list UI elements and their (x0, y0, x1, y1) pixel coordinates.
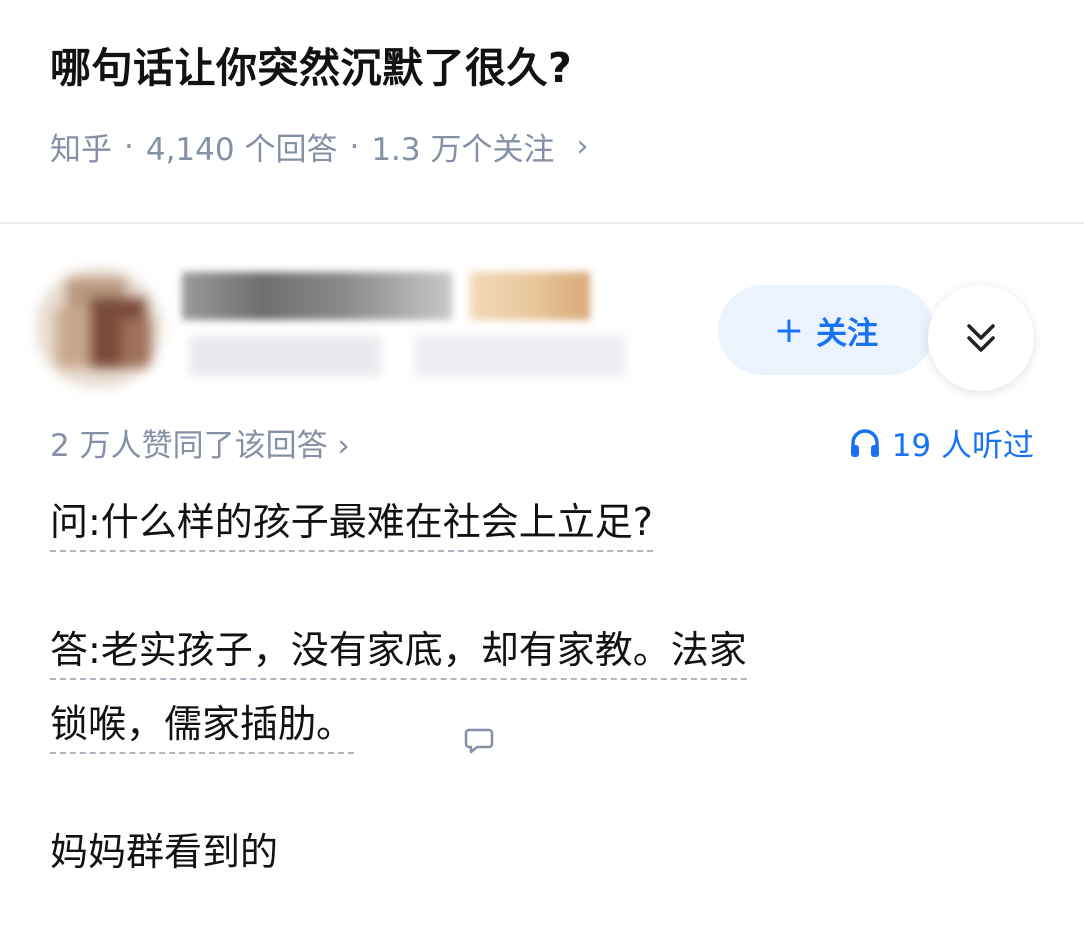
answer-tail-line: 妈妈群看到的 (50, 830, 279, 874)
author-bio-blurred (415, 336, 625, 376)
agree-count-link[interactable]: 2 万人赞同了该回答 › (50, 420, 350, 465)
headphones-icon (850, 428, 879, 457)
question-meta[interactable]: 知乎 · 4,140 个回答 · 1.3 万个关注 › (50, 124, 588, 169)
separator-dot: · (349, 128, 360, 165)
follow-button[interactable]: + 关注 (718, 285, 934, 375)
avatar[interactable] (36, 268, 162, 388)
divider (0, 222, 1084, 224)
listen-count[interactable]: 19 人听过 (848, 420, 1034, 465)
follower-count: 1.3 万个关注 (371, 132, 555, 168)
answer-count: 4,140 个回答 (145, 132, 338, 168)
answer-line-2: 锁喉，儒家插肋。 (50, 702, 355, 754)
expand-button[interactable] (928, 285, 1034, 391)
plus-icon: + (773, 309, 805, 351)
listen-count-label: 19 人听过 (891, 428, 1034, 464)
question-title[interactable]: 哪句话让你突然沉默了很久? (50, 34, 572, 94)
author-bio-blurred (190, 336, 380, 376)
comment-icon[interactable] (464, 726, 494, 756)
answer-question-line: 问:什么样的孩子最难在社会上立足? (50, 500, 653, 552)
source-label: 知乎 (50, 132, 112, 168)
double-chevron-down-icon (967, 324, 995, 352)
separator-dot: · (124, 128, 134, 165)
author-badge-blurred (470, 272, 590, 320)
author-name-blurred[interactable] (182, 272, 452, 320)
answer-line-1: 答:老实孩子，没有家底，却有家教。法家 (50, 628, 747, 680)
follow-label: 关注 (816, 315, 879, 352)
chevron-right-icon: › (576, 129, 589, 164)
